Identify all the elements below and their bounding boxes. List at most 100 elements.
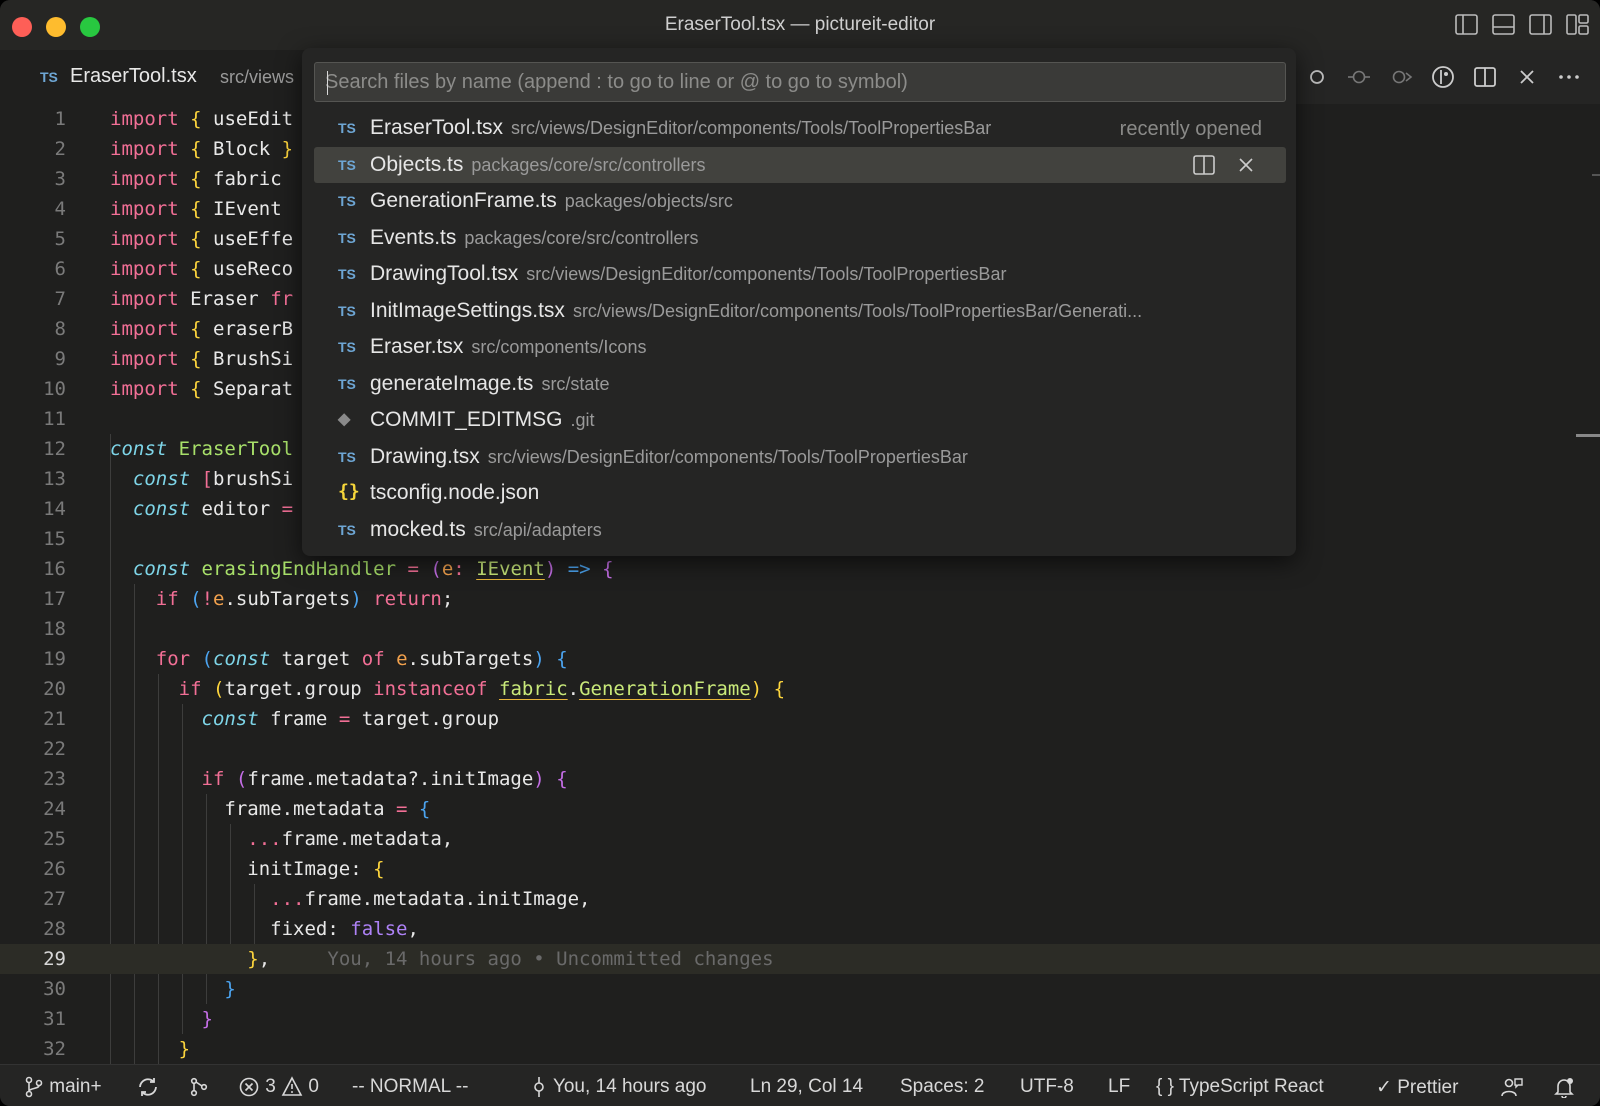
warning-icon xyxy=(281,1076,303,1096)
file-name: GenerationFrame.ts xyxy=(370,189,557,212)
code-line: 25 ...frame.metadata, xyxy=(43,828,454,850)
language-mode[interactable]: { } TypeScript React xyxy=(1156,1076,1324,1098)
file-path: src/views/DesignEditor/components/Tools/… xyxy=(572,300,1143,321)
quick-open-item[interactable]: TS DrawingTool.tsx src/views/DesignEditor… xyxy=(314,256,1286,293)
code-line: 18 xyxy=(43,618,66,640)
code-line: 21 const frame = target.group xyxy=(43,708,500,730)
blame-text: You, 14 hours ago xyxy=(552,1076,707,1098)
problems-status[interactable]: 3 0 xyxy=(238,1076,319,1098)
quick-open-results: TS EraserTool.tsx src/views/DesignEditor/… xyxy=(314,110,1286,548)
prettier-status[interactable]: ✓ Prettier xyxy=(1376,1076,1458,1099)
quick-open-item[interactable]: TS Eraser.tsx src/components/Icons xyxy=(314,329,1286,366)
item-actions xyxy=(1192,154,1258,176)
source-control-graph-icon[interactable] xyxy=(188,1076,210,1098)
toggle-primary-sidebar-icon[interactable] xyxy=(1454,12,1479,37)
git-blame-status[interactable]: You, 14 hours ago xyxy=(530,1076,706,1098)
eol-setting[interactable]: LF xyxy=(1108,1076,1130,1098)
indentation-setting[interactable]: Spaces: 2 xyxy=(900,1076,985,1098)
remove-from-recent-icon[interactable] xyxy=(1234,154,1258,176)
status-bar: main+ 3 0 -- NORMAL -- You, 14 hours ago… xyxy=(0,1064,1600,1106)
close-editor-icon[interactable] xyxy=(1514,64,1540,90)
quick-open-item[interactable]: {} tsconfig.node.json xyxy=(314,475,1286,512)
code-line: 22 xyxy=(43,738,66,760)
previous-change-icon[interactable] xyxy=(1346,64,1372,90)
quick-open-search-input[interactable]: Search files by name (append : to go to … xyxy=(314,62,1286,102)
git-commit-icon[interactable] xyxy=(1304,64,1330,90)
sync-icon[interactable] xyxy=(136,1076,160,1098)
tab-label: EraserTool.tsx xyxy=(70,65,197,87)
typescript-file-icon: TS xyxy=(40,69,58,85)
typescript-file-icon: TS xyxy=(338,521,356,538)
code-line-current: 29 }, You, 14 hours ago • Uncommitted ch… xyxy=(0,944,1600,974)
file-name: tsconfig.node.json xyxy=(370,481,540,504)
warning-count: 0 xyxy=(308,1076,319,1098)
code-line: 20 if (target.group instanceof fabric.Ge… xyxy=(43,678,786,700)
overview-ruler-cursor xyxy=(1576,434,1600,437)
quick-open-item[interactable]: TS GenerationFrame.ts packages/objects/sr… xyxy=(314,183,1286,220)
file-path: src/api/adapters xyxy=(473,519,602,540)
typescript-file-icon: TS xyxy=(338,448,356,465)
typescript-file-icon: TS xyxy=(338,375,356,392)
file-path: src/state xyxy=(541,373,610,394)
code-line: 32 } xyxy=(43,1038,191,1060)
file-name: Events.ts xyxy=(370,225,457,249)
error-icon xyxy=(239,1077,259,1097)
code-line: 16 const erasingEndHandler = (e: IEvent)… xyxy=(43,558,614,580)
quick-open-item[interactable]: TS InitImageSettings.tsx src/views/Design… xyxy=(314,293,1286,330)
file-name: Drawing.tsx xyxy=(370,444,480,468)
window-title: EraserTool.tsx — pictureit-editor xyxy=(664,14,936,35)
code-line: 28 fixed: false, xyxy=(43,918,419,940)
file-name: generateImage.ts xyxy=(370,371,534,395)
file-path: src/views/DesignEditor/components/Tools/… xyxy=(487,446,968,467)
scrollbar-marker xyxy=(1592,174,1600,176)
file-path: packages/objects/src xyxy=(564,191,733,211)
code-line: 31 } xyxy=(43,1008,213,1030)
code-line: 26 initImage: { xyxy=(43,858,385,880)
encoding-setting[interactable]: UTF-8 xyxy=(1020,1076,1074,1098)
open-to-side-icon[interactable] xyxy=(1192,154,1216,176)
file-path: src/views/DesignEditor/components/Tools/… xyxy=(511,118,992,138)
quick-open-item[interactable]: ◆ COMMIT_EDITMSG .git xyxy=(314,402,1286,439)
typescript-file-icon: TS xyxy=(338,339,356,355)
quick-open-item[interactable]: TS Events.ts packages/core/src/controller… xyxy=(314,220,1286,257)
file-path: packages/core/src/controllers xyxy=(464,227,699,248)
code-line: 24 frame.metadata = { xyxy=(43,798,431,820)
git-branch-icon xyxy=(25,1076,43,1098)
typescript-file-icon: TS xyxy=(338,266,356,282)
toggle-panel-icon[interactable] xyxy=(1491,12,1516,37)
file-path: src/views/DesignEditor/components/Tools/… xyxy=(526,264,1007,284)
next-change-icon[interactable] xyxy=(1388,64,1414,90)
open-changes-icon[interactable] xyxy=(1430,64,1456,90)
language-name: TypeScript React xyxy=(1178,1076,1324,1097)
json-file-icon: {} xyxy=(338,481,360,502)
git-file-icon: ◆ xyxy=(338,411,351,428)
file-path: packages/core/src/controllers xyxy=(471,154,706,175)
typescript-file-icon: TS xyxy=(338,302,356,319)
layout-controls xyxy=(1454,12,1590,37)
title-bar: EraserTool.tsx — pictureit-editor xyxy=(0,0,1600,50)
split-editor-icon[interactable] xyxy=(1472,64,1498,90)
quick-open-item[interactable]: TS mocked.ts src/api/adapters xyxy=(314,512,1286,549)
branch-status[interactable]: main+ xyxy=(24,1076,102,1098)
toggle-secondary-sidebar-icon[interactable] xyxy=(1528,12,1553,37)
notifications-bell-icon[interactable] xyxy=(1552,1076,1576,1098)
feedback-icon[interactable] xyxy=(1500,1076,1524,1098)
quick-open-item[interactable]: TS EraserTool.tsx src/views/DesignEditor/… xyxy=(314,110,1286,147)
typescript-file-icon: TS xyxy=(338,193,356,209)
braces-icon: { } xyxy=(1156,1076,1174,1097)
git-commit-icon xyxy=(534,1077,544,1097)
file-name: DrawingTool.tsx xyxy=(370,262,519,285)
tab-erasertool[interactable]: TS EraserTool.tsx src/views xyxy=(0,50,320,104)
code-line: 30 } xyxy=(43,978,236,1000)
code-line: 27 ...frame.metadata.initImage, xyxy=(43,888,591,910)
typescript-file-icon: TS xyxy=(338,120,356,136)
file-name: Objects.ts xyxy=(370,152,464,176)
quick-open-item[interactable]: TS generateImage.ts src/state xyxy=(314,366,1286,403)
file-name: EraserTool.tsx xyxy=(370,116,504,139)
customize-layout-icon[interactable] xyxy=(1565,12,1590,37)
quick-open-item-selected[interactable]: TS Objects.ts packages/core/src/controlle… xyxy=(314,146,1286,183)
quick-open-item[interactable]: TS Drawing.tsx src/views/DesignEditor/com… xyxy=(314,439,1286,476)
file-name: COMMIT_EDITMSG xyxy=(370,408,563,431)
more-actions-icon[interactable] xyxy=(1556,64,1582,90)
cursor-position[interactable]: Ln 29, Col 14 xyxy=(750,1076,863,1098)
